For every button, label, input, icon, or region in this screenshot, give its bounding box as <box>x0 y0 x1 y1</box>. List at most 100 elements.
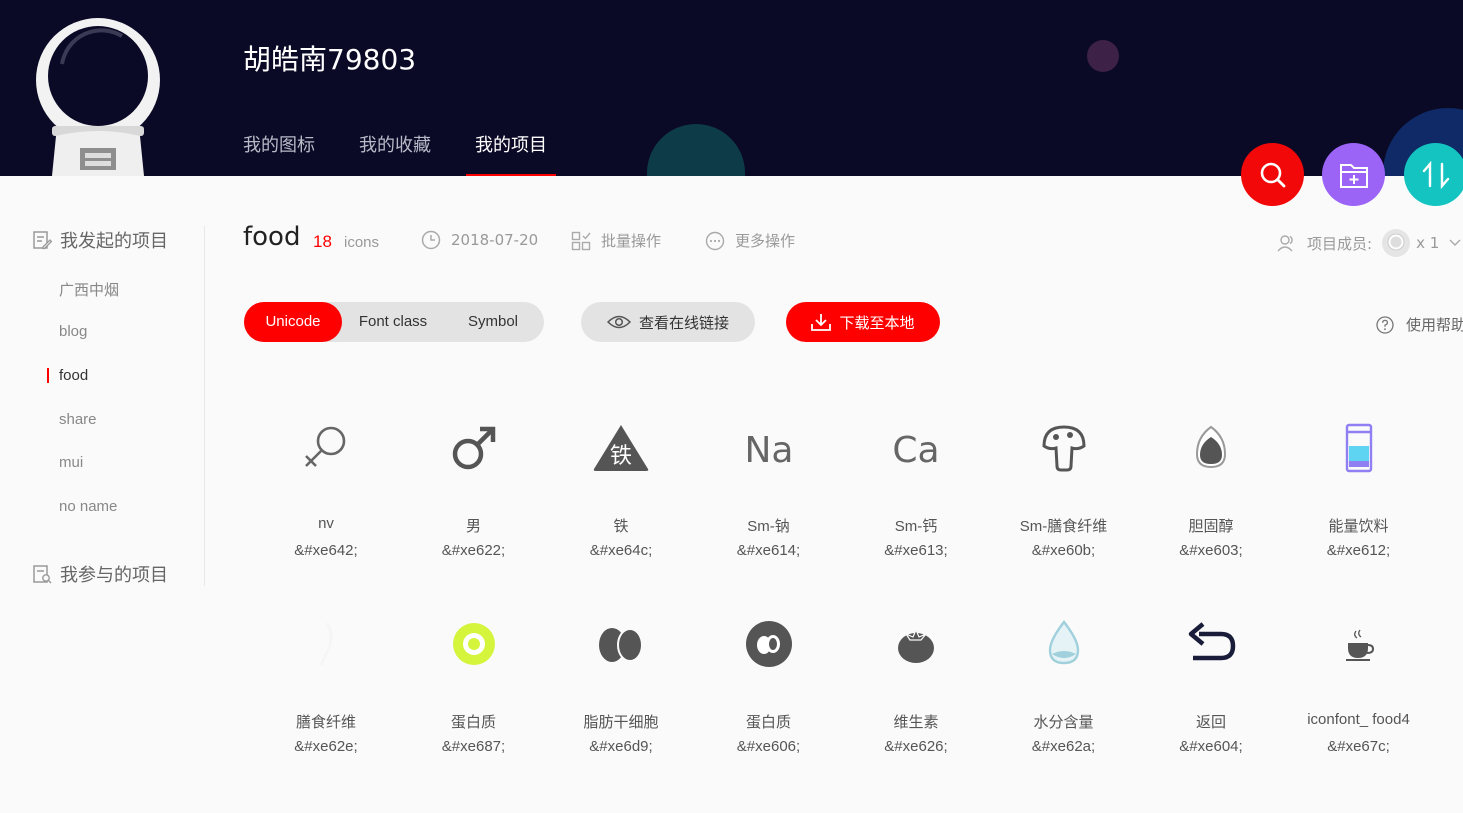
coffee-cup-icon <box>1285 614 1433 674</box>
view-online-link-button[interactable]: 查看在线链接 <box>581 302 755 342</box>
svg-text:铁: 铁 <box>610 444 632 469</box>
icon-card[interactable]: Sm-膳食纤维 &#xe60b; <box>990 418 1138 562</box>
sidebar-item-food[interactable]: food <box>46 367 88 384</box>
icon-card[interactable]: 胆固醇 &#xe603; <box>1137 418 1285 562</box>
sidebar-item-no-name[interactable]: no name <box>59 498 117 515</box>
return-arrow-icon <box>1137 614 1285 674</box>
icon-name: 维生素 <box>893 714 939 731</box>
tab-symbol[interactable]: Symbol <box>444 302 542 342</box>
tab-my-favorites[interactable]: 我的收藏 <box>359 133 431 176</box>
energy-drink-icon <box>1285 418 1433 478</box>
icon-card[interactable]: 蛋白质 &#xe687; <box>400 614 548 758</box>
icon-code: &#xe622; <box>441 542 506 559</box>
tab-font-class[interactable]: Font class <box>342 302 444 342</box>
svg-text:Ca: Ca <box>892 430 939 471</box>
members-icon <box>1277 235 1293 252</box>
tab-my-icons[interactable]: 我的图标 <box>243 133 315 176</box>
icon-code: &#xe626; <box>884 738 948 755</box>
tab-unicode[interactable]: Unicode <box>244 302 342 342</box>
started-projects-header[interactable]: 我发起的项目 <box>32 227 168 253</box>
sidebar-item-blog[interactable]: blog <box>59 323 87 340</box>
tab-my-projects[interactable]: 我的项目 <box>466 133 556 176</box>
astronaut-avatar-icon[interactable] <box>32 14 164 176</box>
icon-code: &#xe606; <box>736 738 801 755</box>
search-document-icon <box>33 565 52 584</box>
help-label: 使用帮助 <box>1406 316 1463 334</box>
icon-card[interactable]: 返回 &#xe604; <box>1137 614 1285 758</box>
view-online-link-label: 查看在线链接 <box>638 313 729 332</box>
eye-icon <box>606 315 631 329</box>
search-button[interactable] <box>1241 143 1304 206</box>
icon-card[interactable]: 维生素 &#xe626; <box>842 614 990 758</box>
sidebar-item-mui[interactable]: mui <box>59 454 83 471</box>
search-icon <box>1260 162 1285 187</box>
members-count: x 1 <box>1416 234 1440 252</box>
icon-name: nv <box>318 515 334 532</box>
icon-card[interactable]: 蛋白质 &#xe606; <box>695 614 843 758</box>
water-drop-icon <box>990 614 1138 674</box>
project-date-text: 2018-07-20 <box>451 231 539 249</box>
project-members[interactable]: 项目成员: x 1 <box>1277 229 1461 257</box>
icon-card[interactable]: 水分含量 &#xe62a; <box>990 614 1138 758</box>
icon-count: 18 <box>313 232 332 251</box>
icon-name: 铁 <box>613 518 629 535</box>
batch-operation-button[interactable]: 批量操作 <box>571 230 661 251</box>
fat-cells-icon <box>547 614 695 674</box>
icon-card[interactable]: Na Sm-钠 &#xe614; <box>695 418 843 562</box>
icon-name: 蛋白质 <box>450 714 496 731</box>
fiber-icon <box>252 614 400 674</box>
sidebar-item-guangxi[interactable]: 广西中烟 <box>59 279 119 300</box>
icon-name: Sm-钠 <box>747 518 790 535</box>
question-circle-icon <box>1376 315 1394 334</box>
members-label: 项目成员: <box>1307 234 1373 253</box>
icon-card[interactable]: 铁铁 &#xe64c; <box>547 418 695 562</box>
icon-code: &#xe642; <box>294 542 358 559</box>
project-title: food <box>243 222 301 252</box>
download-icon <box>811 314 832 331</box>
cholesterol-icon <box>1137 418 1285 478</box>
icon-card[interactable]: iconfont_ food4 &#xe67c; <box>1285 614 1433 758</box>
sort-button[interactable] <box>1404 143 1463 206</box>
icon-code: &#xe614; <box>736 542 801 559</box>
calcium-ca-icon: Ca <box>842 418 990 478</box>
icon-card[interactable]: Ca Sm-钙 &#xe613; <box>842 418 990 562</box>
icon-name: 脂肪干细胞 <box>583 714 659 731</box>
download-button[interactable]: 下载至本地 <box>786 302 940 342</box>
male-symbol-icon <box>400 418 548 478</box>
icon-card[interactable]: 能量饮料 &#xe612; <box>1285 418 1433 562</box>
more-operations-label: 更多操作 <box>735 232 796 250</box>
protein-circle-icon <box>695 614 843 674</box>
icon-name: Sm-钙 <box>894 518 938 535</box>
icon-code: &#xe60b; <box>1031 542 1096 559</box>
tomato-icon <box>842 614 990 674</box>
joined-projects-header[interactable]: 我参与的项目 <box>32 561 168 587</box>
icon-code: &#xe687; <box>441 738 506 755</box>
icon-code: &#xe613; <box>884 542 948 559</box>
top-banner: 胡皓南79803 我的图标 我的收藏 我的项目 <box>0 0 1463 176</box>
main-nav: 我的图标 我的收藏 我的项目 <box>243 133 591 176</box>
icon-card[interactable]: nv &#xe642; <box>252 418 400 562</box>
member-avatar <box>1382 229 1411 257</box>
icon-card[interactable]: 男 &#xe622; <box>400 418 548 562</box>
project-date: 2018-07-20 <box>421 230 538 250</box>
download-label: 下载至本地 <box>839 313 915 332</box>
icon-count-label: icons <box>344 234 380 251</box>
icon-card[interactable]: 膳食纤维 &#xe62e; <box>252 614 400 758</box>
new-project-button[interactable] <box>1322 143 1385 206</box>
chevron-down-icon <box>1449 239 1461 246</box>
icon-name: Sm-膳食纤维 <box>1019 518 1108 535</box>
sidebar-item-share[interactable]: share <box>59 411 97 428</box>
icon-name: 能量饮料 <box>1328 518 1389 535</box>
icon-code: &#xe6d9; <box>589 738 653 755</box>
icon-code: &#xe604; <box>1179 738 1243 755</box>
icon-name: 胆固醇 <box>1188 518 1234 535</box>
folder-add-icon <box>1339 163 1368 188</box>
more-operations-button[interactable]: 更多操作 <box>705 230 795 251</box>
icon-name: 蛋白质 <box>745 714 791 731</box>
help-link[interactable]: 使用帮助 <box>1376 314 1463 335</box>
icon-name: 返回 <box>1195 714 1226 731</box>
started-projects-title: 我发起的项目 <box>60 231 168 252</box>
icon-card[interactable]: 脂肪干细胞 &#xe6d9; <box>547 614 695 758</box>
icon-code: &#xe62e; <box>294 738 358 755</box>
mushroom-icon <box>990 418 1138 478</box>
